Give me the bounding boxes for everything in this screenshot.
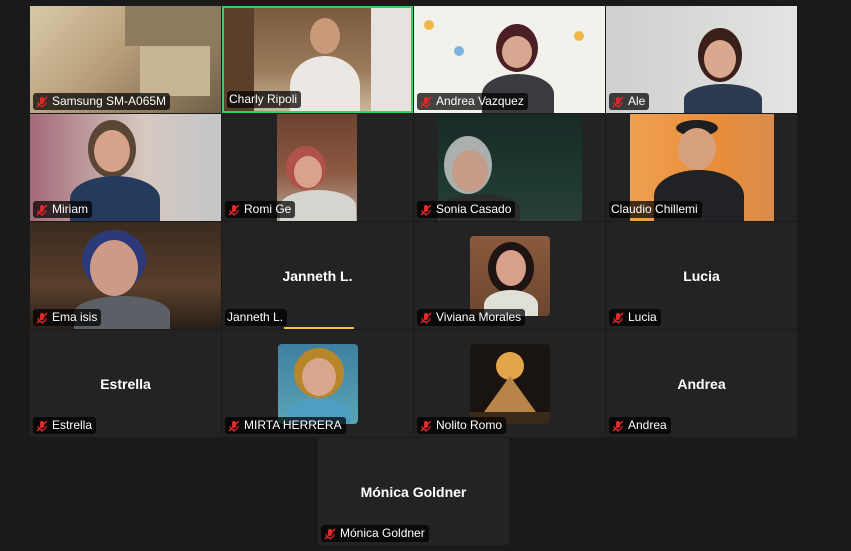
name-label: Ema isis	[33, 309, 102, 326]
participant-tile[interactable]: Lucia Lucia	[606, 222, 797, 329]
muted-mic-icon	[324, 528, 336, 540]
participant-tile[interactable]: Sonia Casado	[414, 114, 605, 221]
participant-tile[interactable]: Andrea Vazquez	[414, 6, 605, 113]
participant-tile[interactable]: Estrella Estrella	[30, 330, 221, 437]
name-label: Andrea Vazquez	[417, 93, 528, 110]
participant-display-name: Estrella	[100, 375, 151, 392]
name-label: Romi Ge	[225, 201, 296, 218]
participant-name: Janneth L.	[227, 310, 284, 324]
muted-mic-icon	[420, 96, 432, 108]
participant-tile[interactable]: Mónica Goldner Mónica Goldner	[318, 438, 509, 545]
name-label: Lucia	[609, 309, 661, 326]
muted-mic-icon	[36, 312, 48, 324]
participant-name: Mónica Goldner	[340, 526, 425, 540]
participant-tile[interactable]: Claudio Chillemi	[606, 114, 797, 221]
participant-tile[interactable]: Romi Ge	[222, 114, 413, 221]
muted-mic-icon	[228, 420, 240, 432]
participant-tile[interactable]: Samsung SM-A065M	[30, 6, 221, 113]
participant-tile[interactable]: Viviana Morales	[414, 222, 605, 329]
muted-mic-icon	[420, 204, 432, 216]
participant-name: Romi Ge	[244, 202, 292, 216]
participant-tile[interactable]: Ale	[606, 6, 797, 113]
muted-mic-icon	[612, 96, 624, 108]
participant-name: Andrea Vazquez	[436, 94, 524, 108]
name-label: Samsung SM-A065M	[33, 93, 171, 110]
muted-mic-icon	[612, 420, 624, 432]
name-label: MIRTA HERRERA	[225, 417, 346, 434]
participant-display-name: Andrea	[677, 375, 726, 392]
participant-name: Charly Ripoli	[229, 92, 298, 106]
participant-tile[interactable]: Nolito Romo	[414, 330, 605, 437]
participant-tile[interactable]: Miriam	[30, 114, 221, 221]
participant-name: Ema isis	[52, 310, 98, 324]
participant-name: Sonia Casado	[436, 202, 512, 216]
name-label: Claudio Chillemi	[609, 201, 702, 218]
muted-mic-icon	[36, 96, 48, 108]
muted-mic-icon	[36, 204, 48, 216]
muted-mic-icon	[36, 420, 48, 432]
audio-indicator	[284, 327, 354, 329]
name-label: Charly Ripoli	[227, 91, 302, 108]
participant-name: Claudio Chillemi	[611, 202, 698, 216]
name-label: Nolito Romo	[417, 417, 507, 434]
muted-mic-icon	[420, 312, 432, 324]
participant-display-name: Janneth L.	[282, 267, 353, 284]
name-label: Estrella	[33, 417, 97, 434]
avatar	[469, 343, 550, 424]
name-label: Miriam	[33, 201, 92, 218]
participant-name: Andrea	[628, 418, 667, 432]
participant-name: Nolito Romo	[436, 418, 503, 432]
participant-tile[interactable]: Ema isis	[30, 222, 221, 329]
name-label: Andrea	[609, 417, 671, 434]
avatar	[277, 343, 358, 424]
participant-tile[interactable]: Janneth L. Janneth L.	[222, 222, 413, 329]
avatar	[469, 235, 550, 316]
name-label: Mónica Goldner	[321, 525, 429, 542]
name-label: Sonia Casado	[417, 201, 516, 218]
participant-tile-active-speaker[interactable]: Charly Ripoli	[222, 6, 413, 113]
name-label: Viviana Morales	[417, 309, 526, 326]
muted-mic-icon	[420, 420, 432, 432]
participant-name: Estrella	[52, 418, 93, 432]
participant-tile[interactable]: MIRTA HERRERA	[222, 330, 413, 437]
participant-name: Lucia	[628, 310, 657, 324]
muted-mic-icon	[612, 312, 624, 324]
participant-name: Samsung SM-A065M	[52, 94, 167, 108]
name-label: Ale	[609, 93, 650, 110]
participant-name: Miriam	[52, 202, 88, 216]
name-label: Janneth L.	[225, 309, 288, 326]
participant-name: Viviana Morales	[436, 310, 522, 324]
participant-display-name: Mónica Goldner	[360, 483, 467, 500]
participant-name: MIRTA HERRERA	[244, 418, 342, 432]
participant-display-name: Lucia	[683, 267, 720, 284]
participant-tile[interactable]: Andrea Andrea	[606, 330, 797, 437]
muted-mic-icon	[228, 204, 240, 216]
participant-name: Ale	[628, 94, 646, 108]
